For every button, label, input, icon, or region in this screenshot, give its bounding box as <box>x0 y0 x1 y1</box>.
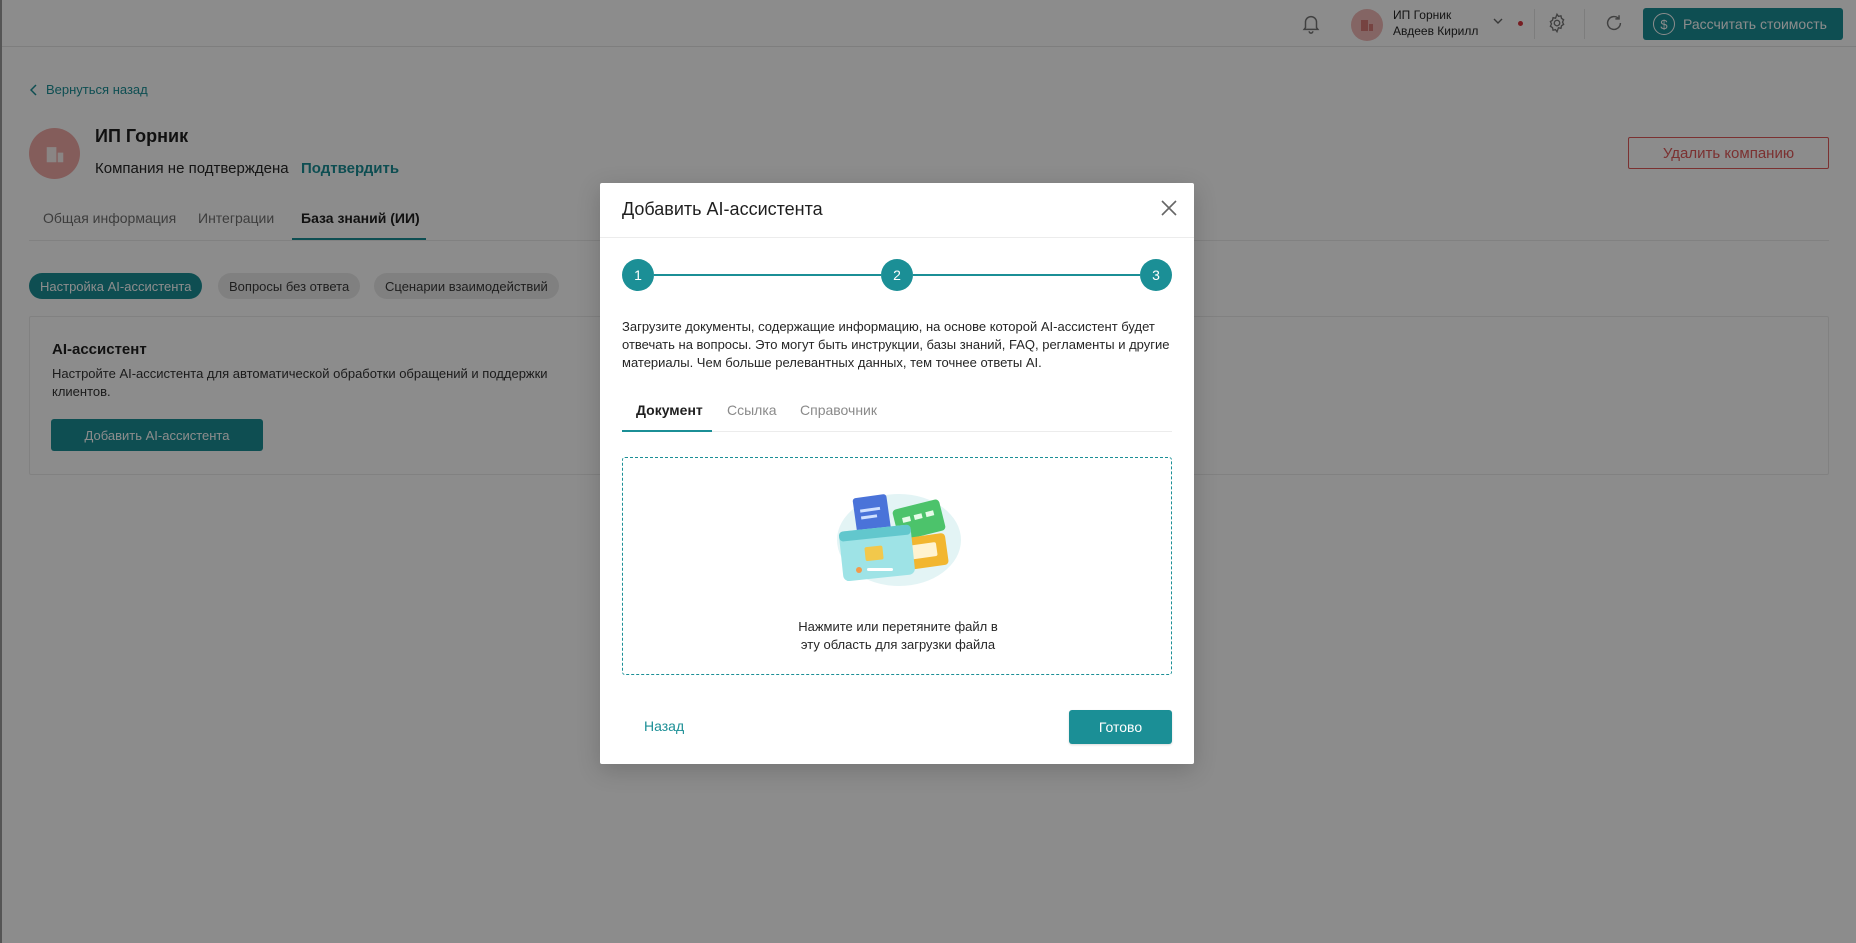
modal-title: Добавить AI-ассистента <box>622 199 823 219</box>
done-button[interactable]: Готово <box>1069 710 1172 744</box>
stepper: 1 2 3 <box>622 259 1172 291</box>
file-dropzone[interactable]: Нажмите или перетяните файл в эту област… <box>622 457 1172 675</box>
add-ai-assistant-modal: Добавить AI-ассистента 1 2 3 Загрузите д… <box>600 183 1194 764</box>
modal-tabs: Документ Ссылка Справочник <box>622 394 1172 432</box>
step-3: 3 <box>1140 259 1172 291</box>
step-connector <box>913 274 1140 276</box>
dropzone-text: Нажмите или перетяните файл в эту област… <box>623 618 1173 654</box>
step-connector <box>654 274 881 276</box>
dropzone-text-line-2: эту область для загрузки файла <box>800 637 996 652</box>
tab-document[interactable]: Документ <box>636 402 703 418</box>
tab-reference[interactable]: Справочник <box>800 402 877 418</box>
active-tab-indicator <box>622 430 712 432</box>
modal-header: Добавить AI-ассистента <box>600 183 1194 238</box>
back-button[interactable]: Назад <box>644 718 684 734</box>
step-1: 1 <box>622 259 654 291</box>
step-2: 2 <box>881 259 913 291</box>
dropzone-text-line-1: Нажмите или перетяните файл в <box>798 619 998 634</box>
window-edge <box>0 0 2 943</box>
tab-link[interactable]: Ссылка <box>727 402 777 418</box>
close-icon[interactable] <box>1158 197 1180 219</box>
documents-illustration-icon <box>837 494 961 586</box>
modal-description: Загрузите документы, содержащие информац… <box>622 319 1170 370</box>
